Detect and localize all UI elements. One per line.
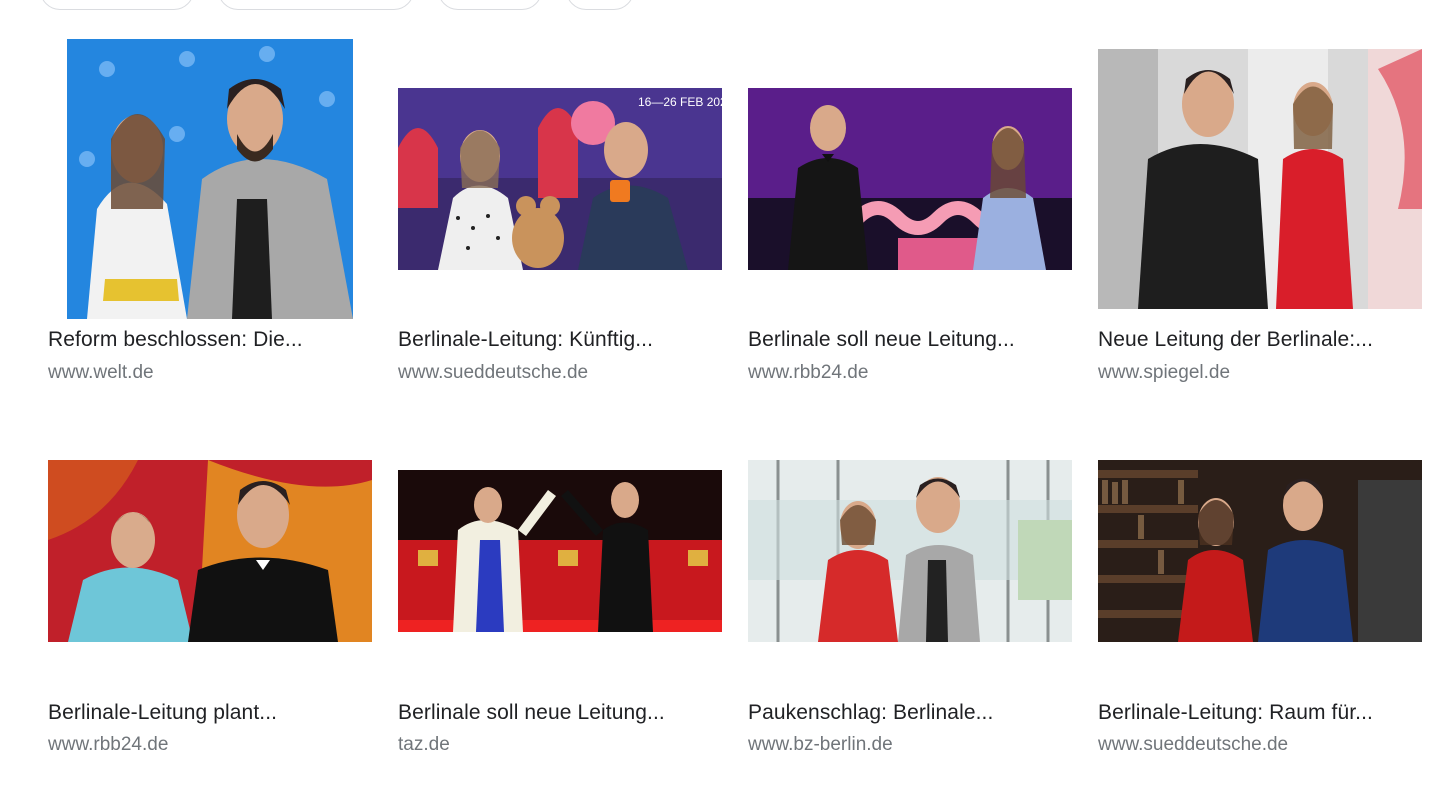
result-thumbnail[interactable] xyxy=(398,470,722,632)
result-thumbnail[interactable] xyxy=(1098,460,1422,642)
result-source[interactable]: www.rbb24.de xyxy=(48,734,168,756)
result-title[interactable]: Berlinale-Leitung plant... xyxy=(48,701,378,725)
image-result-card[interactable]: Berlinale-Leitung: Raum für... www.suedd… xyxy=(1098,0,1433,800)
result-title[interactable]: Berlinale-Leitung: Raum für... xyxy=(1098,701,1428,725)
result-source[interactable]: taz.de xyxy=(398,734,450,756)
image-result-card[interactable]: Paukenschlag: Berlinale... www.bz-berlin… xyxy=(748,0,1088,800)
photo-image xyxy=(398,470,722,632)
photo-image xyxy=(748,460,1072,642)
result-source[interactable]: www.bz-berlin.de xyxy=(748,734,893,756)
result-source[interactable]: www.sueddeutsche.de xyxy=(1098,734,1288,756)
photo-image xyxy=(48,460,372,642)
result-title[interactable]: Berlinale soll neue Leitung... xyxy=(398,701,728,725)
image-result-card[interactable]: Berlinale soll neue Leitung... taz.de xyxy=(398,0,738,800)
result-thumbnail[interactable] xyxy=(48,460,372,642)
photo-image xyxy=(1098,460,1422,642)
image-result-card[interactable]: Berlinale-Leitung plant... www.rbb24.de xyxy=(48,0,388,800)
result-title[interactable]: Paukenschlag: Berlinale... xyxy=(748,701,1078,725)
result-thumbnail[interactable] xyxy=(748,460,1072,642)
